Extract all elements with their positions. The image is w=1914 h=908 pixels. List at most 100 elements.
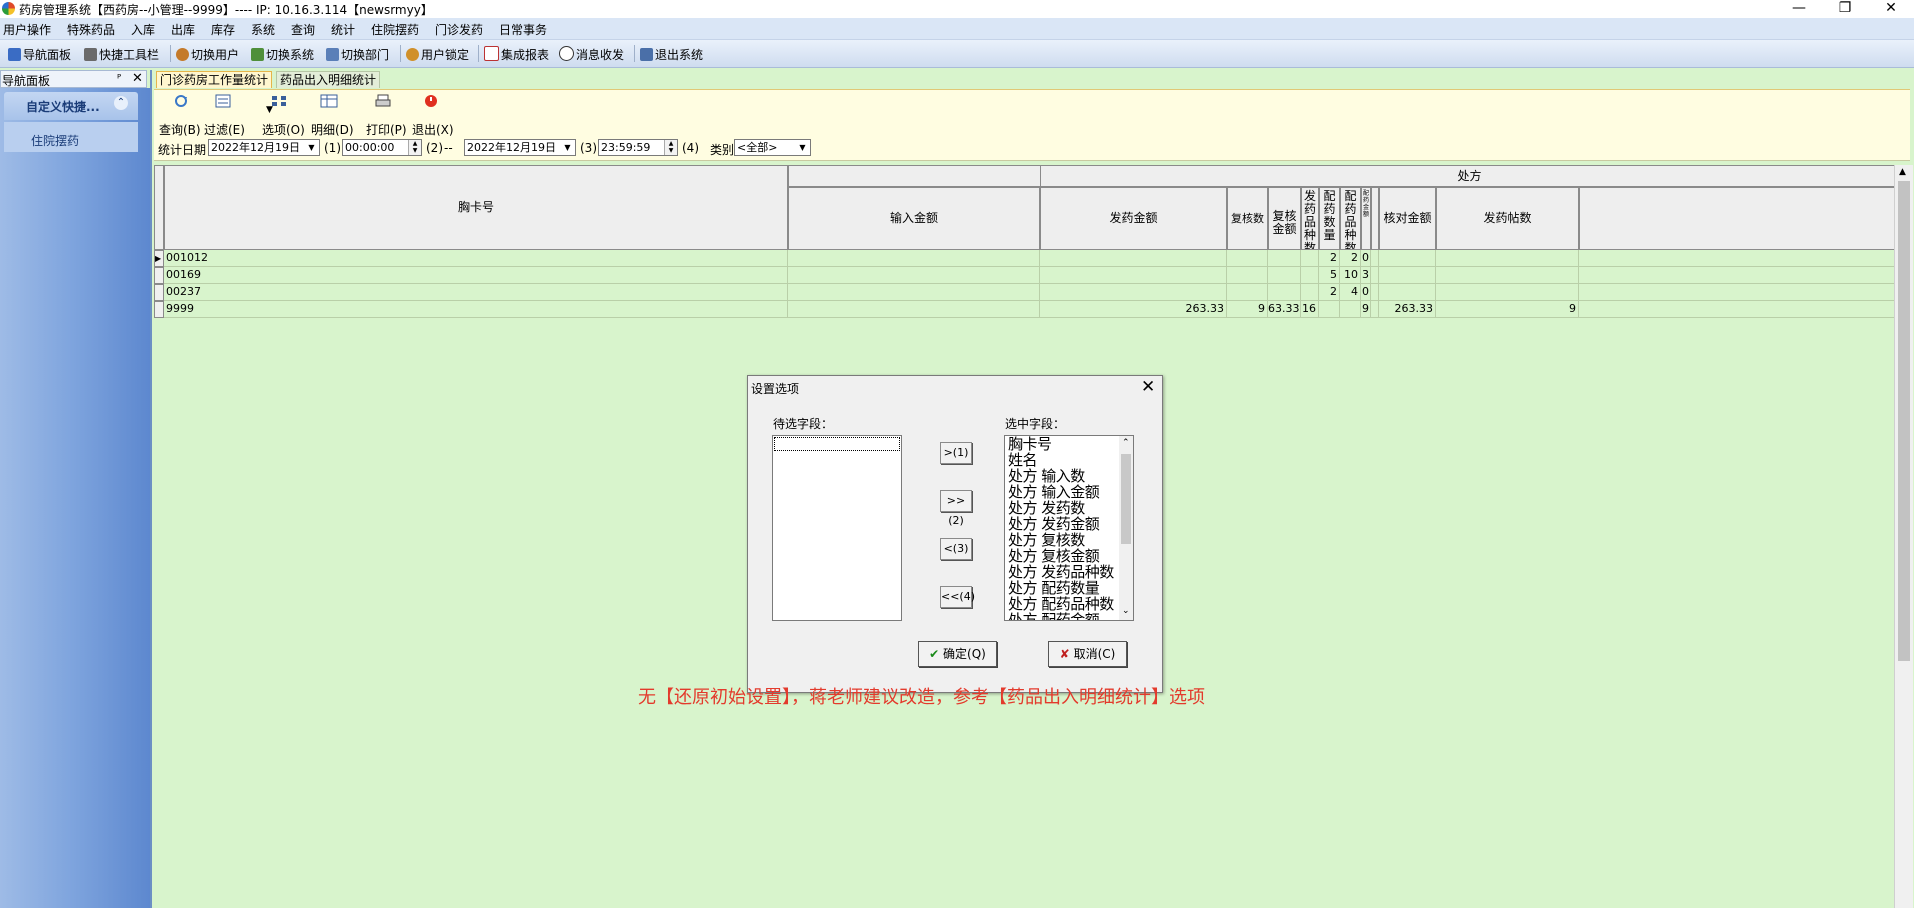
menu-inventory[interactable]: 库存 — [211, 21, 235, 38]
header-dispense-kinds[interactable]: 配药品种数 — [1340, 187, 1361, 250]
menu-inbound[interactable]: 入库 — [131, 21, 155, 38]
start-date-picker[interactable]: 2022年12月19日 ▼ — [208, 139, 320, 156]
cell-issue-kinds[interactable]: 16 — [1301, 301, 1319, 318]
ok-button[interactable]: ✔ 确定(Q) — [918, 641, 997, 667]
list-item[interactable]: 处方 配药品种数 — [1008, 596, 1114, 612]
vertical-scrollbar[interactable]: ▲ — [1894, 165, 1913, 908]
switch-dept-tool[interactable]: 切换部门 — [326, 46, 389, 62]
row-selector[interactable] — [154, 284, 164, 301]
cell-input-amount[interactable] — [788, 284, 1040, 301]
collapse-chevron-icon[interactable]: ⌃ — [114, 96, 128, 110]
cell-card[interactable]: 9999 — [164, 301, 788, 318]
switch-user-tool[interactable]: 切换用户 — [176, 46, 239, 62]
messages-tool[interactable]: 消息收发 — [559, 46, 624, 62]
cell-dispense-amount[interactable]: 9 — [1361, 301, 1371, 318]
category-select[interactable]: <全部> ▼ — [734, 139, 811, 156]
scrollbar-thumb[interactable] — [1898, 181, 1910, 661]
cell-recheck-amount[interactable]: 63.33 — [1268, 301, 1301, 318]
dialog-close-icon[interactable]: ✕ — [1141, 377, 1155, 397]
list-item[interactable]: 处方 配药金额 — [1008, 612, 1100, 620]
list-item[interactable]: 处方 发药金额 — [1008, 516, 1100, 532]
cell-recheck-count[interactable] — [1227, 267, 1268, 284]
menu-inpatient-dispense[interactable]: 住院摆药 — [371, 21, 419, 38]
menu-special-drugs[interactable]: 特殊药品 — [67, 21, 115, 38]
integrated-report-tool[interactable]: 集成报表 — [484, 46, 549, 62]
add-all-fields-button[interactable]: >>(2) — [940, 490, 972, 527]
cancel-button[interactable]: ✘ 取消(C) — [1048, 641, 1127, 667]
menu-outpatient-dispense[interactable]: 门诊发药 — [435, 21, 483, 38]
close-window-button[interactable]: ✕ — [1868, 0, 1914, 18]
header-issue-amount[interactable]: 发药金额 — [1040, 187, 1227, 250]
cell-dispense-qty[interactable]: 5 — [1319, 267, 1340, 284]
menu-outbound[interactable]: 出库 — [171, 21, 195, 38]
header-dispense-qty[interactable]: 配药数量 — [1319, 187, 1340, 250]
cell-issue-amount[interactable] — [1040, 284, 1227, 301]
cell-recheck-count[interactable]: 9 — [1227, 301, 1268, 318]
cell-dispense-qty[interactable]: 2 — [1319, 284, 1340, 301]
cell-issue-posts[interactable]: 9 — [1436, 301, 1579, 318]
exit-system-tool[interactable]: 退出系统 — [640, 46, 703, 62]
cell-narrow[interactable] — [1371, 267, 1379, 284]
cell-check-amount[interactable] — [1379, 284, 1436, 301]
scroll-up-icon[interactable]: ▲ — [1899, 167, 1906, 177]
cell-dispense-kinds[interactable]: 10 — [1340, 267, 1361, 284]
end-time-spinner[interactable]: ▲ ▼ — [664, 140, 677, 155]
selected-fields-list[interactable]: 胸卡号 姓名 处方 输入数 处方 输入金额 处方 发药数 处方 发药金额 处方 … — [1004, 435, 1134, 621]
header-narrow-col[interactable] — [1371, 187, 1379, 250]
restore-button[interactable]: ❐ — [1822, 0, 1868, 18]
cell-input-amount[interactable] — [788, 301, 1040, 318]
list-item[interactable]: 姓名 — [1008, 452, 1038, 468]
cell-check-amount[interactable] — [1379, 267, 1436, 284]
cell-narrow[interactable] — [1371, 301, 1379, 318]
cell-issue-kinds[interactable] — [1301, 267, 1319, 284]
cell-dispense-qty[interactable] — [1319, 301, 1340, 318]
end-date-picker[interactable]: 2022年12月19日 ▼ — [464, 139, 576, 156]
cell-issue-posts[interactable] — [1436, 250, 1579, 267]
cell-narrow[interactable] — [1371, 284, 1379, 301]
cell-issue-kinds[interactable] — [1301, 250, 1319, 267]
cell-narrow[interactable] — [1371, 250, 1379, 267]
nav-item-inpatient-dispense[interactable]: 住院摆药 — [4, 122, 138, 152]
cell-dispense-amount[interactable]: 3 — [1361, 267, 1371, 284]
header-input-amount[interactable]: 输入金额 — [788, 187, 1040, 250]
cell-recheck-count[interactable] — [1227, 250, 1268, 267]
remove-all-fields-button[interactable]: <<(4) — [940, 586, 975, 608]
menu-system[interactable]: 系统 — [251, 21, 275, 38]
list-item[interactable]: 处方 输入金额 — [1008, 484, 1100, 500]
row-selector[interactable] — [154, 267, 164, 284]
header-issue-kinds[interactable]: 发药品种数 — [1301, 187, 1319, 250]
cell-card[interactable]: 00169 — [164, 267, 788, 284]
start-time-spinner[interactable]: ▲ ▼ — [408, 140, 421, 155]
list-item[interactable]: 处方 输入数 — [1008, 468, 1085, 484]
cell-input-amount[interactable] — [788, 267, 1040, 284]
switch-system-tool[interactable]: 切换系统 — [251, 46, 314, 62]
cell-dispense-amount[interactable]: 0 — [1361, 250, 1371, 267]
cell-recheck-count[interactable] — [1227, 284, 1268, 301]
list-item[interactable]: 处方 配药数量 — [1008, 580, 1100, 596]
menu-daily-affairs[interactable]: 日常事务 — [499, 21, 547, 38]
nav-panel-tool[interactable]: 导航面板 — [8, 46, 71, 62]
list-item[interactable]: 处方 发药数 — [1008, 500, 1085, 516]
cell-check-amount[interactable] — [1379, 250, 1436, 267]
chevron-up-icon[interactable]: ⌃ — [1122, 438, 1130, 448]
pin-icon[interactable]: ᴾ — [117, 72, 121, 85]
list-item[interactable]: 处方 发药品种数 — [1008, 564, 1114, 580]
available-fields-list[interactable] — [772, 435, 902, 621]
list-scroll-thumb[interactable] — [1121, 454, 1131, 544]
user-lock-tool[interactable]: 用户锁定 — [406, 46, 469, 62]
header-dispense-amount[interactable]: 配药金额 — [1361, 187, 1371, 250]
start-time-input[interactable]: 00:00:00 ▲ ▼ — [342, 139, 422, 156]
cell-issue-amount[interactable] — [1040, 267, 1227, 284]
list-item[interactable]: 胸卡号 — [1008, 436, 1052, 452]
header-issue-posts[interactable]: 发药帖数 — [1436, 187, 1579, 250]
nav-group-custom-shortcuts[interactable]: 自定义快捷... ⌃ — [4, 92, 138, 120]
chevron-down-icon[interactable]: ⌄ — [1122, 606, 1130, 616]
tab-drug-inout-detail[interactable]: 药品出入明细统计 — [276, 71, 381, 88]
cell-card[interactable]: 001012 — [164, 250, 788, 267]
cell-recheck-amount[interactable] — [1268, 267, 1301, 284]
cell-dispense-kinds[interactable]: 2 — [1340, 250, 1361, 267]
cell-issue-kinds[interactable] — [1301, 284, 1319, 301]
cell-issue-amount[interactable]: 263.33 — [1040, 301, 1227, 318]
row-selector[interactable]: ▶ — [154, 250, 164, 267]
minimize-button[interactable]: — — [1776, 0, 1822, 18]
